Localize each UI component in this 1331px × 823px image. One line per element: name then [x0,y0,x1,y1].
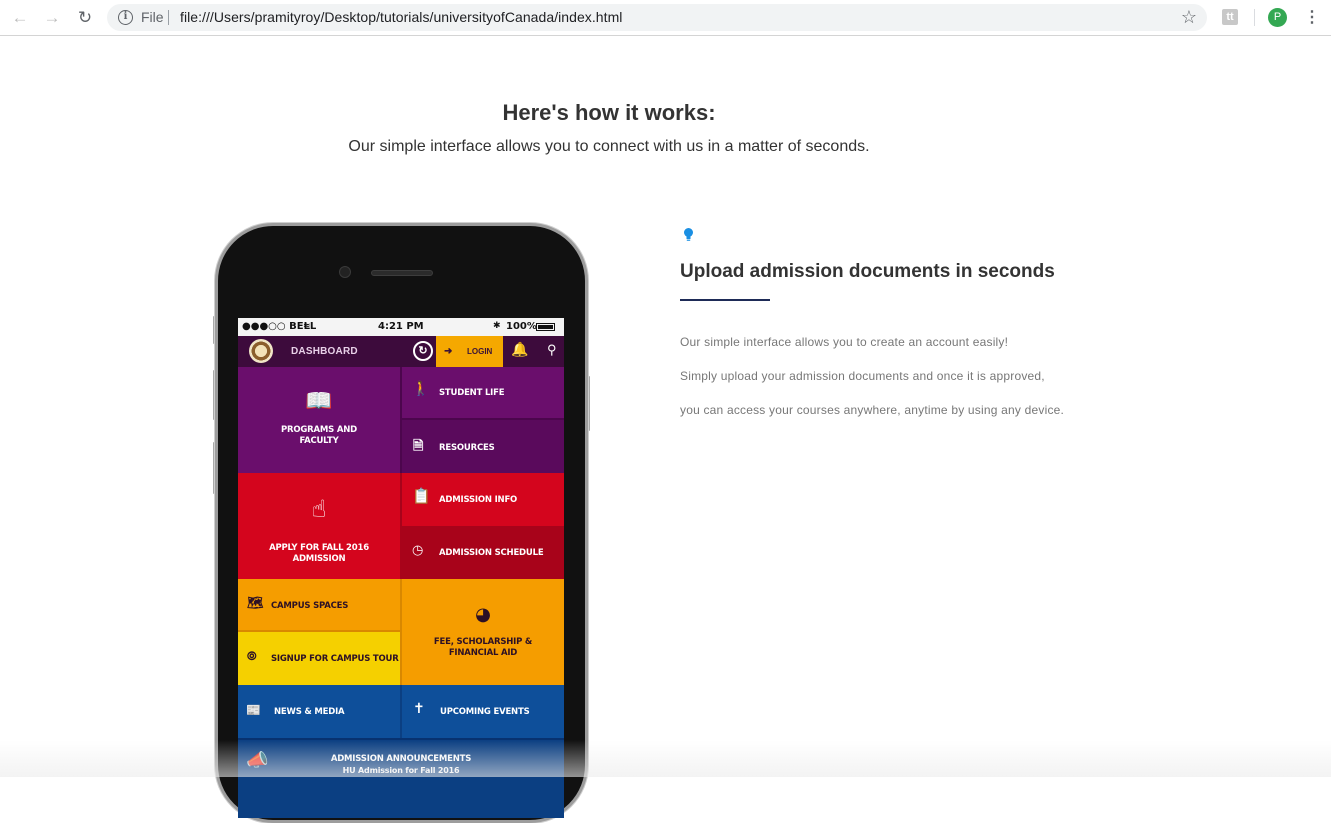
walking-person-icon: 🚶 [412,381,430,397]
bell-icon[interactable]: 🔔 [511,341,528,358]
login-arrow-icon: ➜ [444,346,453,357]
feature-text-line-1: Our simple interface allows you to creat… [680,335,1009,349]
feature-text-line-3: you can access your courses anywhere, an… [680,403,1065,417]
tile-upcoming-events[interactable]: ✝ UPCOMING EVENTS [402,685,564,738]
tile-label: PROGRAMS AND FACULTY [281,425,357,446]
tile-campus-spaces[interactable]: 🗺 CAMPUS SPACES [238,579,402,632]
phone-mockup: ●●●○○ BELL ≈ 4:21 PM ✱ 100% DASHBOARD ↻ … [215,223,588,823]
tile-label: RESOURCES [439,443,495,453]
tile-label: ADMISSION SCHEDULE [439,548,544,558]
newspaper-icon: 📰 [246,703,261,717]
back-arrow-icon[interactable]: ← [9,7,31,29]
tile-admission-info[interactable]: 📋 ADMISSION INFO [402,473,564,526]
tile-label: NEWS & MEDIA [274,707,345,717]
toolbar-divider [1254,9,1255,26]
feature-title: Upload admission documents in seconds [680,261,1055,282]
tile-label: ADMISSION INFO [439,495,518,505]
feature-text-line-2: Simply upload your admission documents a… [680,369,1045,383]
map-icon: 🗺 [247,596,264,611]
dashboard-title: DASHBOARD [291,346,358,357]
announcements-title: ADMISSION ANNOUNCEMENTS [330,754,472,764]
compass-icon: ⦾ [247,649,257,663]
status-time: 4:21 PM [378,321,424,332]
book-icon: 📖 [305,389,333,414]
wifi-icon: ≈ [303,321,311,331]
tile-apply[interactable]: ☝ APPLY FOR FALL 2016 ADMISSION [238,473,402,579]
university-crest-icon [249,339,273,363]
battery-icon [536,323,555,331]
login-button[interactable]: ➜ LOGIN [436,336,503,367]
search-icon[interactable]: ⚲ [547,342,557,358]
announcements-subtitle: HU Admission for Fall 2016 [342,766,460,775]
tile-programs[interactable]: 📖 PROGRAMS AND FACULTY [238,367,402,473]
tile-label: APPLY FOR FALL 2016 ADMISSION [269,543,369,564]
extension-icon[interactable]: tt [1222,9,1238,25]
tile-resources[interactable]: 🗎 RESOURCES [402,420,564,473]
login-label: LOGIN [467,347,493,356]
section-heading: Here's how it works: [502,100,716,125]
clipboard-icon: 📋 [412,487,431,505]
tile-label: FEE, SCHOLARSHIP & FINANCIAL AID [433,637,533,658]
tile-signup-tour[interactable]: ⦾ SIGNUP FOR CAMPUS TOUR [238,632,402,685]
url-text[interactable]: file:///Users/pramityroy/Desktop/tutoria… [180,9,622,25]
lightbulb-icon [684,228,693,241]
reload-icon[interactable]: ↻ [74,7,96,29]
section-subheading: Our simple interface allows you to conne… [348,138,870,155]
tile-fee-scholarship[interactable]: ◕ FEE, SCHOLARSHIP & FINANCIAL AID [402,579,564,685]
app-header: DASHBOARD ↻ ➜ LOGIN 🔔 ⚲ [238,336,564,367]
tap-hand-icon: ☝ [311,495,327,523]
bottom-fade [0,740,1331,777]
profile-avatar[interactable]: P [1268,8,1287,27]
feature-divider [680,299,770,301]
address-bar[interactable]: i File file:///Users/pramityroy/Desktop/… [107,4,1207,31]
tile-student-life[interactable]: 🚶 STUDENT LIFE [402,367,564,420]
address-separator [168,10,169,25]
phone-status-bar: ●●●○○ BELL ≈ 4:21 PM ✱ 100% [238,318,564,336]
phone-screen: ●●●○○ BELL ≈ 4:21 PM ✱ 100% DASHBOARD ↻ … [238,318,564,818]
bluetooth-icon: ✱ [493,321,501,331]
clock-icon: ◷ [412,543,424,558]
star-icon[interactable]: ☆ [1181,7,1197,28]
document-download-icon: 🗎 [413,439,424,454]
status-battery-text: 100% [506,321,537,332]
tile-label: STUDENT LIFE [439,388,505,398]
menu-dots-icon[interactable]: ⋮ [1304,7,1320,27]
tile-admission-schedule[interactable]: ◷ ADMISSION SCHEDULE [402,526,564,579]
phone-camera [339,266,351,278]
tile-label: SIGNUP FOR CAMPUS TOUR [271,654,399,664]
info-icon[interactable]: i [118,10,133,25]
forward-arrow-icon[interactable]: → [41,7,63,29]
tile-label: CAMPUS SPACES [271,601,349,611]
sync-icon[interactable]: ↻ [413,341,433,361]
signpost-icon: ✝ [413,701,425,717]
tile-announcements[interactable]: 📣 ADMISSION ANNOUNCEMENTS HU Admission f… [238,738,564,818]
tile-news-media[interactable]: 📰 NEWS & MEDIA [238,685,402,738]
tile-label: UPCOMING EVENTS [440,707,530,717]
scheme-label: File [141,9,164,25]
phone-speaker [371,270,433,276]
pie-chart-icon: ◕ [475,604,491,625]
browser-toolbar: ← → ↻ i File file:///Users/pramityroy/De… [0,0,1331,36]
